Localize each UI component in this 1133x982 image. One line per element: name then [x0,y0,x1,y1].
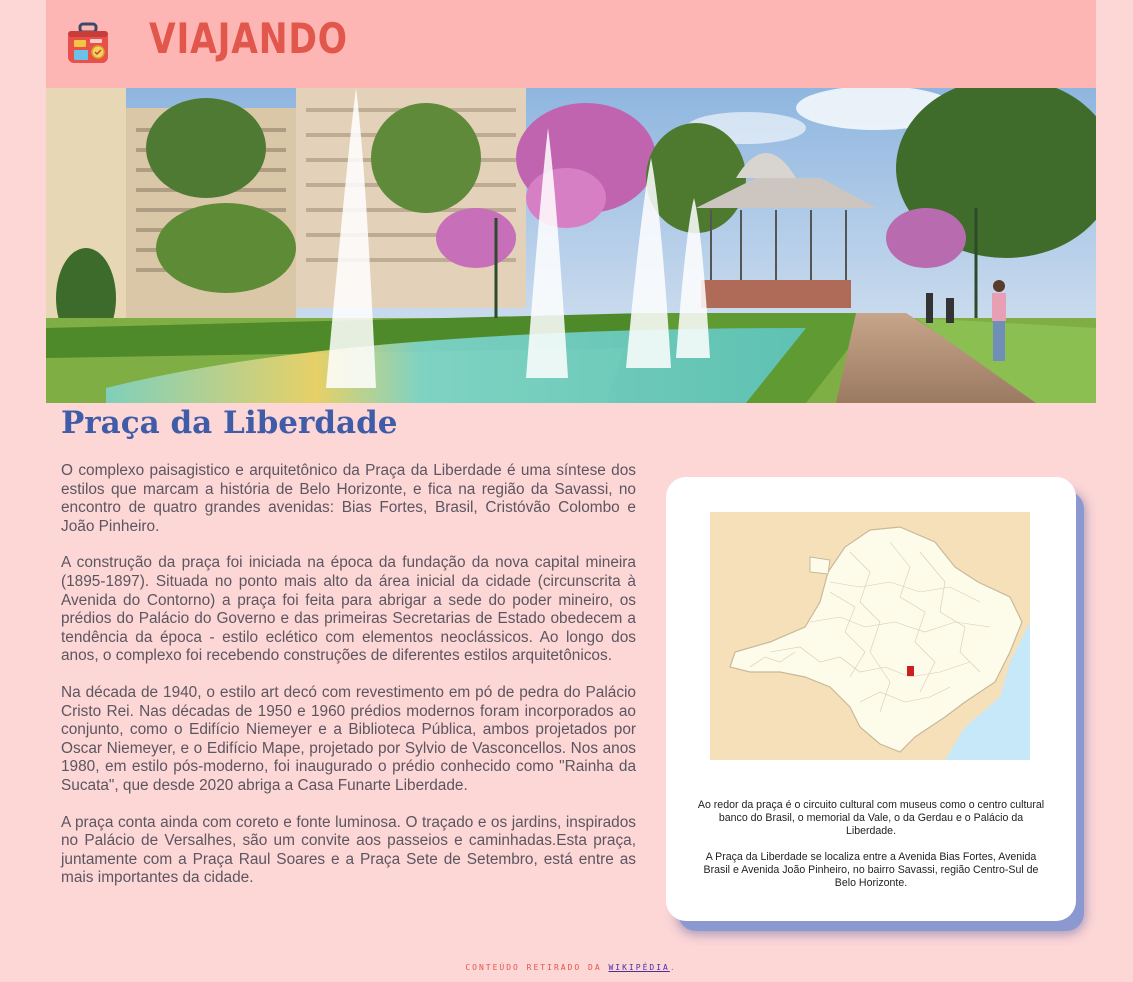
info-card: Ao redor da praça é o circuito cultural … [666,477,1076,921]
article-paragraph: Na década de 1940, o estilo art decó com… [61,683,636,794]
wikipedia-link[interactable]: WIKIPÉDIA [608,963,669,972]
state-map [710,512,1030,760]
page: VIAJANDO Praça da Liberdade O complexo p… [46,0,1096,982]
footer-suffix: . [669,963,677,972]
page-title: Praça da Liberdade [61,405,398,441]
caption-cultural-circuit: Ao redor da praça é o circuito cultural … [697,799,1045,837]
footer-text: CONTEÚDO RETIRADO DA [465,963,609,972]
map-caption: Ao redor da praça é o circuito cultural … [696,799,1046,903]
article-body: O complexo paisagistico e arquitetônico … [61,462,636,906]
suitcase-icon[interactable] [66,22,112,66]
site-brand[interactable]: VIAJANDO [149,14,348,63]
article-paragraph: A praça conta ainda com coreto e fonte l… [61,813,636,887]
caption-location: A Praça da Liberdade se localiza entre a… [703,851,1039,889]
hero-photo [46,88,1096,403]
article-paragraph: A construção da praça foi iniciada na ép… [61,554,636,665]
article-paragraph: O complexo paisagistico e arquitetônico … [61,462,636,535]
footer-credit: CONTEÚDO RETIRADO DA WIKIPÉDIA. [46,963,1096,972]
site-header: VIAJANDO [46,0,1096,88]
